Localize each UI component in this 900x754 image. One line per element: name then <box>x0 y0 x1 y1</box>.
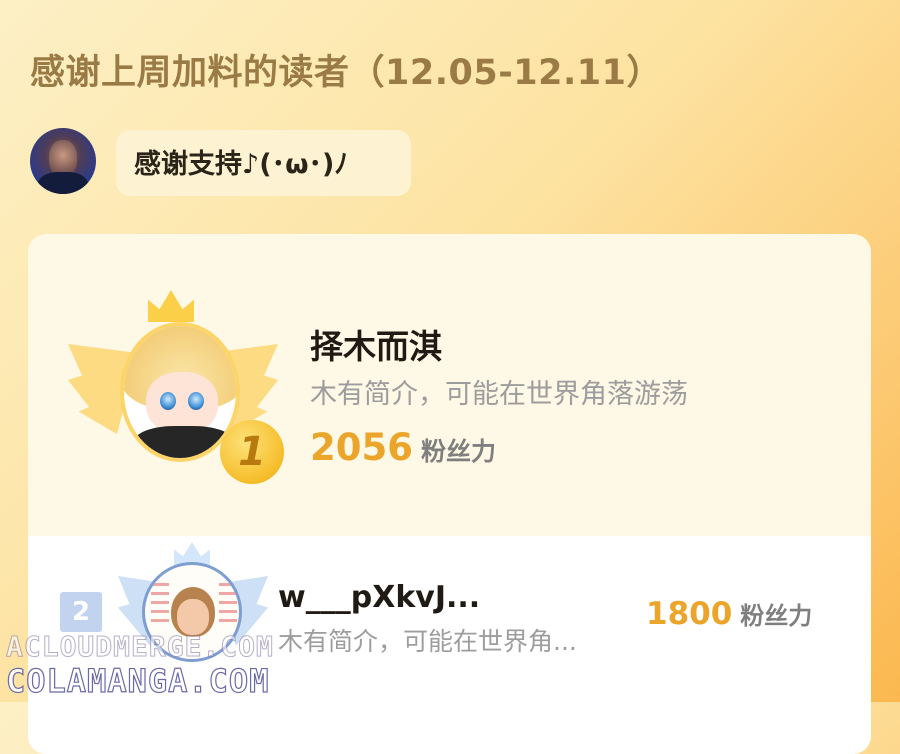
rank-badge-second: 2 <box>60 592 102 632</box>
avatar-eye <box>160 392 176 410</box>
second-place-name[interactable]: w___pXkvJ... <box>278 580 480 615</box>
fans-unit: 粉丝力 <box>420 437 496 466</box>
fans-unit: 粉丝力 <box>740 602 813 630</box>
first-place-name[interactable]: 择木而淇 <box>310 320 442 368</box>
avatar-decoration <box>219 583 237 623</box>
watermark-text: ACLOUDMERGE.COM <box>6 630 274 664</box>
avatar-decoration <box>151 583 169 623</box>
second-place-bio: 木有简介，可能在世界角... <box>278 627 577 656</box>
user-avatar-icon[interactable] <box>30 128 96 194</box>
avatar-face <box>146 372 218 434</box>
page-title: 感谢上周加料的读者（12.05-12.11） <box>30 53 662 93</box>
fans-value: 2056 <box>310 426 413 469</box>
fans-value: 1800 <box>646 596 733 632</box>
avatar-shirt <box>134 426 234 458</box>
rank-badge-first: 1 <box>220 420 284 484</box>
crown-icon <box>148 290 194 322</box>
watermark-text: COLAMANGA.COM <box>5 661 270 700</box>
first-place-bio: 木有简介，可能在世界角落游荡 <box>310 379 688 410</box>
first-place-badge: 1 <box>68 290 284 484</box>
second-place-fans: 1800 粉丝力 <box>646 596 812 632</box>
message-bubble: 感谢支持♪(･ω･)ﾉ <box>116 130 411 196</box>
avatar-body <box>38 172 88 194</box>
avatar-eye <box>188 392 204 410</box>
first-place-fans: 2056 粉丝力 <box>310 426 496 469</box>
